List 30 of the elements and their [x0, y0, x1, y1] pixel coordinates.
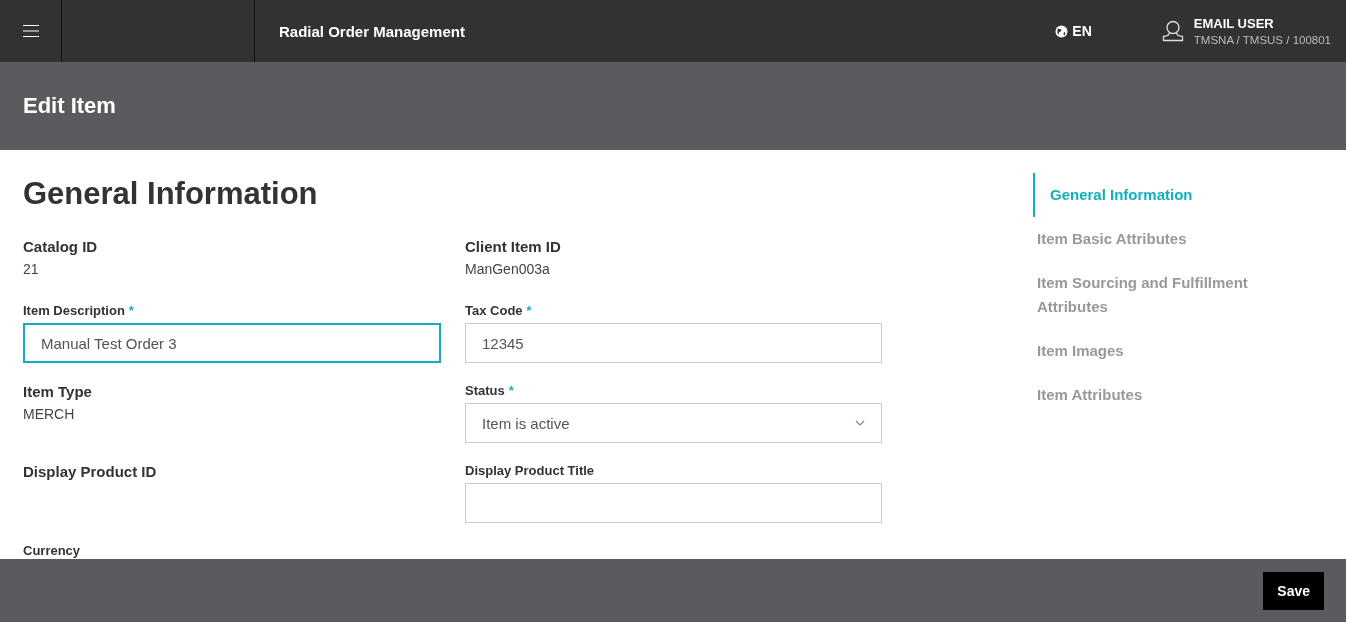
field-value: 21: [23, 261, 39, 277]
section-title: General Information: [23, 176, 319, 212]
field-label: Currency: [23, 543, 81, 558]
menu-icon: [21, 24, 40, 38]
field-label: Display Product Title: [465, 463, 595, 478]
input-field[interactable]: Manual Test Order 3: [23, 323, 441, 363]
user-organization: TMSNA / TMSUS / 100801: [1193, 34, 1331, 46]
app-title: Radial Order Management: [279, 22, 466, 40]
required-mark: *: [526, 303, 532, 318]
chevron-down-icon: [855, 420, 865, 426]
language-button[interactable]: EN: [1055, 23, 1092, 39]
user-name: EMAIL USER: [1193, 16, 1275, 31]
required-mark: *: [128, 303, 134, 318]
field-label: Item Description: [23, 303, 125, 318]
input-field[interactable]: [465, 483, 882, 523]
field-label: Item Type: [23, 383, 92, 400]
input-field[interactable]: 12345: [465, 323, 882, 363]
field-label: Client Item ID: [465, 238, 561, 255]
field-value: MERCH: [23, 406, 75, 422]
required-mark: *: [508, 383, 514, 398]
save-button[interactable]: Save: [1263, 571, 1324, 610]
field-label: Tax Code: [465, 303, 523, 318]
user-icon: [1161, 20, 1184, 42]
field-label: Catalog ID: [23, 238, 98, 255]
page-title: Edit Item: [23, 93, 116, 119]
field-label: Status: [465, 383, 505, 398]
globe-icon: [1055, 24, 1069, 38]
status-dropdown[interactable]: Item is active: [465, 403, 882, 443]
field-value: ManGen003a: [465, 261, 550, 277]
field-label: Display Product ID: [23, 463, 157, 480]
